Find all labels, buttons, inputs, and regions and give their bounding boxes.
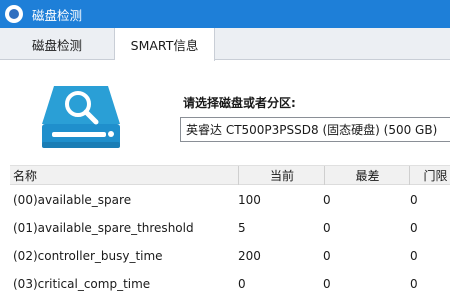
table-row[interactable]: (02)controller_busy_time 200 0 0	[10, 242, 450, 270]
tab-bar: 磁盘检测 SMART信息	[0, 28, 450, 61]
tab-smart-info[interactable]: SMART信息	[115, 28, 215, 61]
cell-name: (02)controller_busy_time	[13, 249, 163, 263]
tab-disk-check[interactable]: 磁盘检测	[0, 28, 115, 60]
table-row[interactable]: (03)critical_comp_time 0 0 0	[10, 270, 450, 298]
cell-worst: 0	[323, 249, 331, 263]
column-header-current[interactable]: 当前	[240, 166, 325, 185]
smart-table-header: 名称 当前 最差 门限	[10, 165, 450, 185]
cell-current: 200	[238, 249, 261, 263]
cell-name: (01)available_spare_threshold	[13, 221, 194, 235]
cell-current: 0	[238, 277, 246, 291]
cell-worst: 0	[323, 221, 331, 235]
disk-search-icon	[42, 86, 120, 148]
disk-select-label: 请选择磁盘或者分区:	[183, 96, 296, 110]
cell-worst: 0	[323, 193, 331, 207]
cell-threshold: 0	[410, 193, 418, 207]
cell-current: 100	[238, 193, 261, 207]
disk-select-value: 英睿达 CT500P3PSSD8 (固态硬盘) (500 GB)	[186, 123, 438, 137]
title-bar: 磁盘检测	[0, 0, 450, 28]
app-icon	[5, 5, 23, 23]
cell-name: (03)critical_comp_time	[13, 277, 151, 291]
cell-name: (00)available_spare	[13, 193, 132, 207]
cell-worst: 0	[323, 277, 331, 291]
cell-threshold: 0	[410, 277, 418, 291]
cell-current: 5	[238, 221, 246, 235]
cell-threshold: 0	[410, 221, 418, 235]
table-row[interactable]: (00)available_spare 100 0 0	[10, 186, 450, 214]
column-header-name[interactable]: 名称	[13, 166, 239, 185]
table-row[interactable]: (01)available_spare_threshold 5 0 0	[10, 214, 450, 242]
cell-threshold: 0	[410, 249, 418, 263]
window-title: 磁盘检测	[32, 7, 83, 23]
disk-select[interactable]: 英睿达 CT500P3PSSD8 (固态硬盘) (500 GB)	[180, 117, 450, 142]
column-header-threshold[interactable]: 门限	[411, 166, 450, 185]
column-header-worst[interactable]: 最差	[326, 166, 410, 185]
